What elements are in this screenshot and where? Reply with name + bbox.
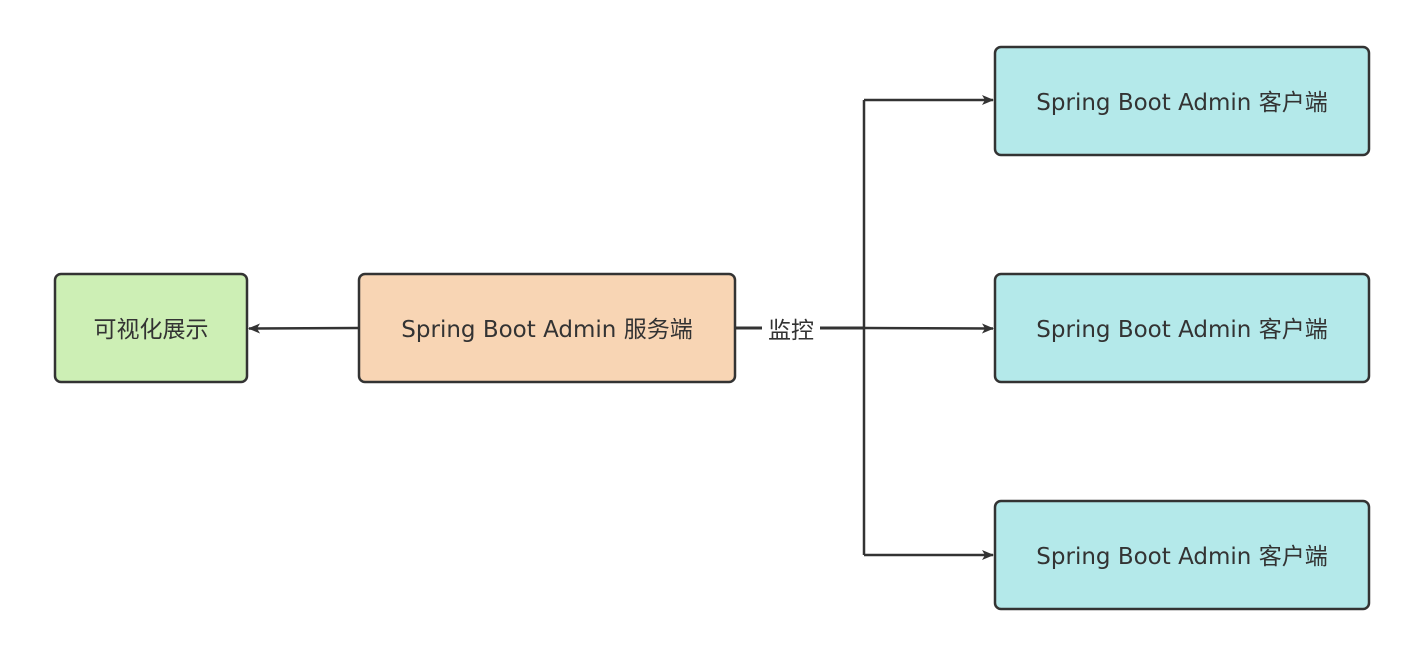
- edge-server-to-visual: [248, 323, 360, 334]
- node-label: 可视化展示: [94, 317, 209, 343]
- edge-to-client2: [863, 323, 994, 334]
- node-visual-display[interactable]: 可视化展示: [53, 272, 249, 384]
- node-label: Spring Boot Admin 客户端: [1036, 544, 1327, 570]
- node-admin-server[interactable]: Spring Boot Admin 服务端: [357, 272, 737, 384]
- node-admin-client-1[interactable]: Spring Boot Admin 客户端: [993, 45, 1371, 157]
- node-admin-client-3[interactable]: Spring Boot Admin 客户端: [993, 499, 1371, 611]
- edge-label-monitor: 监控: [768, 318, 814, 344]
- architecture-diagram: 监控 可视化展示 Spring Boot Admin 服务端 Spring Bo…: [53, 45, 1371, 611]
- node-label: Spring Boot Admin 服务端: [401, 317, 692, 343]
- node-admin-client-2[interactable]: Spring Boot Admin 客户端: [993, 272, 1371, 384]
- node-label: Spring Boot Admin 客户端: [1036, 317, 1327, 343]
- node-label: Spring Boot Admin 客户端: [1036, 90, 1327, 116]
